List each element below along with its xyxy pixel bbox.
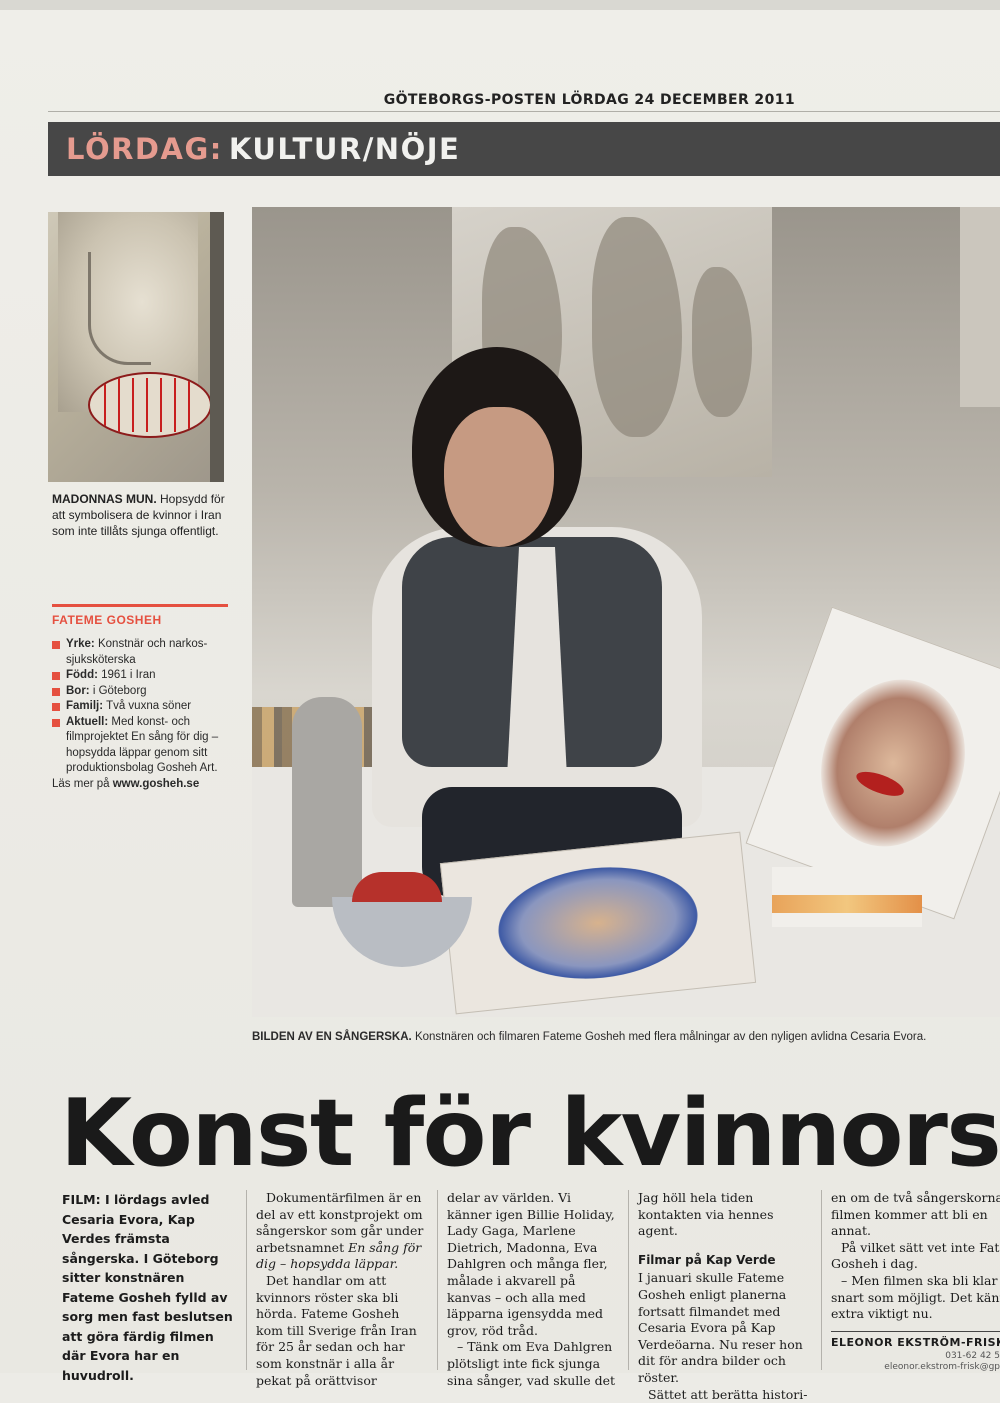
woman-face — [444, 407, 554, 547]
watercolor-face — [492, 857, 704, 989]
painted-nose — [88, 252, 151, 365]
body-text: delar av världen. Vi känner igen Billie … — [447, 1190, 615, 1338]
bullet-square-icon — [52, 672, 60, 680]
factbox-list: Yrke: Konstnär och narkos-sjuksköterska … — [52, 637, 232, 792]
caption-lead: MADONNAS MUN. — [52, 492, 157, 506]
bullet-square-icon — [52, 687, 60, 696]
portrait-face — [798, 659, 988, 867]
stitched-lips — [88, 372, 212, 438]
byline: ELEONOR EKSTRÖM-FRISK — [831, 1330, 1000, 1352]
main-photo-caption: BILDEN AV EN SÅNGERSKA. Konstnären och f… — [252, 1031, 1000, 1043]
page-edge — [0, 0, 1000, 10]
website-link[interactable]: www.gosheh.se — [113, 778, 199, 790]
fact-item: Yrke: Konstnär och narkos-sjuksköterska — [52, 637, 232, 668]
newspaper-page: GÖTEBORGS-POSTEN LÖRDAG 24 DECEMBER 2011… — [0, 0, 1000, 1402]
section-bar: LÖRDAG: KULTUR/NÖJE — [48, 122, 1000, 176]
painted-lips-band — [772, 895, 922, 913]
fact-item: Bor: i Göteborg — [52, 684, 232, 700]
article-column-4: Jag höll hela tiden kontakten via hennes… — [638, 1190, 810, 1403]
caption-lead: BILDEN AV EN SÅNGERSKA. — [252, 1031, 412, 1043]
body-text: Sättet att berätta histori- — [648, 1386, 808, 1402]
column-rule — [246, 1190, 247, 1370]
main-photo — [252, 207, 1000, 1017]
body-text: På vilket sätt vet inte Fateme Gosheh i … — [831, 1239, 1000, 1272]
subheading: Filmar på Kap Verde — [638, 1252, 776, 1267]
fact-more: Läs mer på www.gosheh.se — [52, 777, 200, 790]
factbox-title: FATEME GOSHEH — [52, 613, 162, 627]
small-painting — [772, 867, 922, 927]
grey-vase — [292, 697, 362, 907]
background-canvas-edge — [960, 207, 1000, 407]
body-text: Det handlar om att kvinnors röster ska b… — [256, 1272, 417, 1388]
factbox-rule — [52, 604, 228, 607]
byline-phone: 031-62 42 5 — [945, 1351, 1000, 1362]
article-column-2: Dokumentärfilmen är en del av ett konstp… — [256, 1190, 428, 1389]
factbox: FATEME GOSHEH Yrke: Konstnär och narkos-… — [52, 604, 232, 792]
column-rule — [628, 1190, 629, 1370]
body-text: Jag höll hela tiden kontakten via hennes… — [638, 1190, 774, 1239]
bullet-square-icon — [52, 703, 60, 711]
fact-item: Familj: Två vuxna söner — [52, 699, 232, 715]
ingress-label: FILM: — [62, 1192, 101, 1207]
ingress-text: I lördags avled Cesaria Evora, Kap Verde… — [62, 1192, 233, 1383]
column-rule — [821, 1190, 822, 1370]
section-label-day: LÖRDAG: — [66, 132, 223, 166]
photo-shadow — [210, 212, 224, 482]
fact-item: Aktuell: Med konst- och filmprojektet En… — [52, 715, 232, 777]
masthead-rule — [48, 111, 1000, 112]
body-text: – Tänk om Eva Dahlgren plötsligt inte fi… — [447, 1339, 616, 1388]
byline-email[interactable]: eleonor.ekstrom-frisk@gp — [831, 1362, 1000, 1373]
column-rule — [437, 1190, 438, 1370]
red-felt-object — [352, 872, 442, 902]
small-photo-caption: MADONNAS MUN. Hopsydd för att symboliser… — [52, 491, 228, 539]
madonna-mouth-photo — [48, 212, 224, 482]
article-column-3: delar av världen. Vi känner igen Billie … — [447, 1190, 619, 1389]
bullet-square-icon — [52, 641, 60, 649]
body-text: – Men filmen ska bli klar så snart som m… — [831, 1272, 1000, 1322]
article-ingress: FILM: I lördags avled Cesaria Evora, Kap… — [62, 1190, 237, 1385]
caption-text: Konstnären och filmaren Fateme Gosheh me… — [414, 1031, 927, 1043]
bullet-square-icon — [52, 718, 60, 727]
body-text: I januari skulle Fateme Gosheh enligt pl… — [638, 1270, 803, 1385]
fact-item: Född: 1961 i Iran — [52, 668, 232, 684]
article-column-5: en om de två sångerskorna i filmen komme… — [831, 1190, 1000, 1373]
article-headline: Konst för kvinnors s — [60, 1079, 1000, 1187]
body-text: en om de två sångerskorna i filmen komme… — [831, 1190, 1000, 1239]
masthead: GÖTEBORGS-POSTEN LÖRDAG 24 DECEMBER 2011 — [383, 92, 795, 108]
watercolor-painting — [439, 831, 757, 1015]
section-label-topic: KULTUR/NÖJE — [228, 132, 461, 166]
